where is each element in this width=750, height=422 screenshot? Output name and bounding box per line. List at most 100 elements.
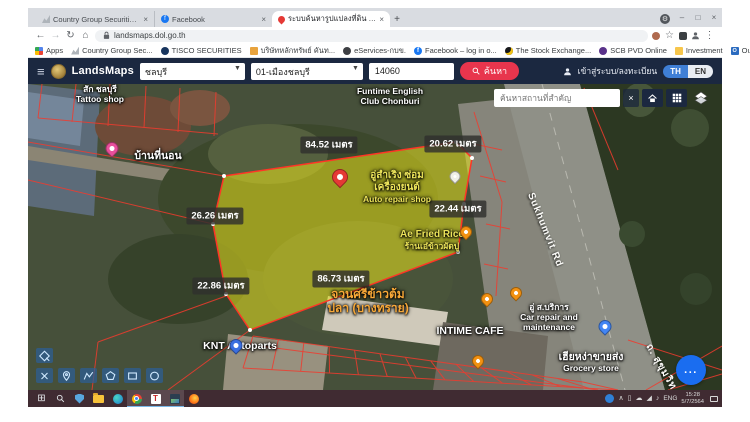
menu-dots-icon[interactable]: ⋮ — [704, 31, 715, 41]
taskbar-app-explorer[interactable] — [89, 390, 108, 407]
place-label-tattoo-shop[interactable]: สัก ชลบุรีTattoo shop — [76, 84, 124, 104]
selected-parcel-pin[interactable] — [332, 169, 348, 185]
auto-repair-pin[interactable] — [450, 171, 461, 182]
keyboard-language[interactable]: ENG — [663, 395, 677, 402]
bookmark-star-icon[interactable]: ☆ — [664, 31, 675, 41]
tab-close-icon[interactable]: × — [143, 15, 148, 24]
browser-tab[interactable]: ระบบค้นหารูปแปลงที่ดิน (LandsMa...× — [272, 11, 390, 27]
draw-tool[interactable] — [36, 348, 53, 363]
rectangle-tool[interactable] — [124, 368, 141, 383]
close-tool[interactable] — [36, 368, 53, 383]
browser-tab[interactable]: fFacebook× — [154, 11, 272, 27]
lang-th-button[interactable]: TH — [663, 65, 688, 78]
pin-shape — [470, 353, 487, 370]
login-link[interactable]: เข้าสู่ระบบ/ลงทะเบียน — [578, 64, 658, 78]
tab-close-icon[interactable]: × — [379, 15, 384, 24]
new-tab-button[interactable]: + — [390, 12, 404, 26]
profile-icon[interactable] — [691, 31, 700, 40]
cafe-pin-1[interactable] — [481, 293, 493, 305]
clear-search-icon[interactable]: × — [623, 89, 639, 107]
district-select[interactable]: 01-เมืองชลบุรี — [251, 63, 363, 80]
taskbar-app-firefox[interactable] — [184, 390, 203, 407]
desktop: Country Group Securities Publi×fFacebook… — [28, 8, 722, 407]
extensions-icon[interactable] — [679, 32, 687, 40]
bookmark-label: Facebook – log in o... — [425, 46, 497, 55]
polygon-tool[interactable] — [102, 368, 119, 383]
tab-title: Country Group Securities Publi — [53, 15, 140, 24]
lang-en-button[interactable]: EN — [688, 65, 713, 78]
battery-icon[interactable]: ▯ — [628, 395, 632, 402]
address-bar[interactable]: landsmaps.dol.go.th — [95, 30, 648, 42]
pin-shape — [596, 317, 614, 335]
brand-title: LandsMaps — [72, 65, 134, 77]
parcel-number-input[interactable] — [369, 63, 454, 80]
reload-icon[interactable]: ↻ — [65, 31, 76, 41]
measurement-badge: 22.44 เมตร — [429, 201, 486, 218]
home-view-button[interactable] — [642, 89, 663, 107]
food-pin[interactable] — [510, 287, 522, 299]
taskbar-app-start[interactable]: ⊞ — [32, 390, 51, 407]
more-actions-fab[interactable]: ... — [676, 355, 706, 385]
clock[interactable]: 15:28 5/7/2564 — [681, 392, 704, 405]
map-area[interactable]: 84.52 เมตร20.62 เมตร26.26 เมตร22.44 เมตร… — [28, 84, 722, 390]
place-label-auto-repair-shop[interactable]: อู่สำเริง ซ่อมเครื่องยนต์Auto repair sho… — [363, 170, 431, 204]
taskbar-app-trading[interactable]: T — [146, 390, 165, 407]
marker-tool[interactable] — [58, 368, 75, 383]
polyline-tool[interactable] — [80, 368, 97, 383]
tabs: Country Group Securities Publi×fFacebook… — [36, 11, 390, 27]
place-label-rice-porridge-restaurant[interactable]: จวนศรีข้าวต้มปลา (บางทราย) — [327, 287, 408, 315]
bookmark-item[interactable]: บริษัทหลักทรัพย์ คันท... — [250, 45, 336, 57]
bed-shop-pin[interactable] — [106, 142, 119, 155]
taskbar-app-defender[interactable] — [70, 390, 89, 407]
notification-center-icon[interactable] — [710, 396, 718, 402]
place-label-funtime-english-club[interactable]: Funtime EnglishClub Chonburi — [357, 86, 423, 106]
province-select[interactable]: ชลบุรี — [140, 63, 245, 80]
knt-autoparts-pin[interactable] — [230, 339, 243, 352]
bookmark-item[interactable]: OOutlook – free pers... — [731, 46, 750, 55]
place-label-grocery-store[interactable]: เฮียหง่าขายส่งGrocery store — [559, 351, 624, 373]
taskbar-app-search[interactable] — [51, 390, 70, 407]
place-label-intime-cafe[interactable]: INTIME CAFE — [436, 325, 503, 337]
bookmark-item[interactable]: Investment — [675, 46, 723, 55]
circle-tool[interactable] — [146, 368, 163, 383]
network-icon[interactable]: ◢ — [646, 395, 651, 402]
volume-icon[interactable]: ♪ — [656, 395, 660, 402]
edge-icon — [113, 394, 123, 404]
grocery-pin[interactable] — [599, 320, 612, 333]
cafe-pin-2[interactable] — [472, 355, 484, 367]
grid-view-button[interactable] — [666, 89, 687, 107]
extension-icon[interactable] — [652, 32, 660, 40]
forward-icon[interactable]: → — [50, 31, 61, 41]
search-button[interactable]: ค้นหา — [460, 62, 519, 80]
taskbar-app-edge[interactable] — [108, 390, 127, 407]
landsmaps-header: ≡ LandsMaps ชลบุรี ▼ 01-เมืองชลบุรี ▼ ค้… — [28, 58, 722, 84]
minimize-button[interactable]: – — [674, 9, 690, 25]
hamburger-menu-icon[interactable]: ≡ — [37, 65, 45, 78]
layers-button[interactable] — [690, 89, 711, 107]
bookmark-item[interactable]: Apps — [35, 46, 63, 55]
bookmark-item[interactable]: eServices-กบข. — [343, 45, 406, 57]
taskbar-app-chrome[interactable] — [127, 390, 146, 407]
ae-fried-rice-pin[interactable] — [460, 226, 472, 238]
bookmark-item[interactable]: TISCO SECURITIES — [161, 46, 242, 55]
browser-tab[interactable]: Country Group Securities Publi× — [36, 11, 154, 27]
browser-profile-icon[interactable]: ⚙ — [660, 14, 670, 24]
onedrive-icon[interactable]: ☁ — [635, 395, 642, 402]
map-search-input[interactable] — [494, 89, 620, 107]
bookmark-item[interactable]: The Stock Exchange... — [505, 46, 591, 55]
tab-close-icon[interactable]: × — [261, 15, 266, 24]
close-button[interactable]: × — [706, 9, 722, 25]
bookmark-item[interactable]: fFacebook – log in o... — [414, 46, 497, 55]
place-label-ae-fried-rice[interactable]: Ae Fried Riceร้านเอ๋ข้าวผัดปู — [400, 229, 464, 251]
bookmark-item[interactable]: SCB PVD Online — [599, 46, 667, 55]
place-label-car-repair[interactable]: อู่ ส.บริการCar repair andmaintenance — [520, 302, 578, 332]
bookmark-item[interactable]: Country Group Sec... — [71, 46, 152, 55]
maximize-button[interactable]: □ — [690, 9, 706, 25]
place-label-bed-shop[interactable]: บ้านที่นอน — [134, 150, 181, 162]
teams-icon[interactable] — [605, 394, 614, 403]
back-icon[interactable]: ← — [35, 31, 46, 41]
tray-expand-icon[interactable]: ∧ — [618, 395, 623, 402]
taskbar-app-photos[interactable] — [165, 390, 184, 407]
system-tray: ∧ ▯ ☁ ◢ ♪ ENG 15:28 5/7/2564 — [605, 392, 718, 405]
home-icon[interactable]: ⌂ — [80, 31, 91, 41]
